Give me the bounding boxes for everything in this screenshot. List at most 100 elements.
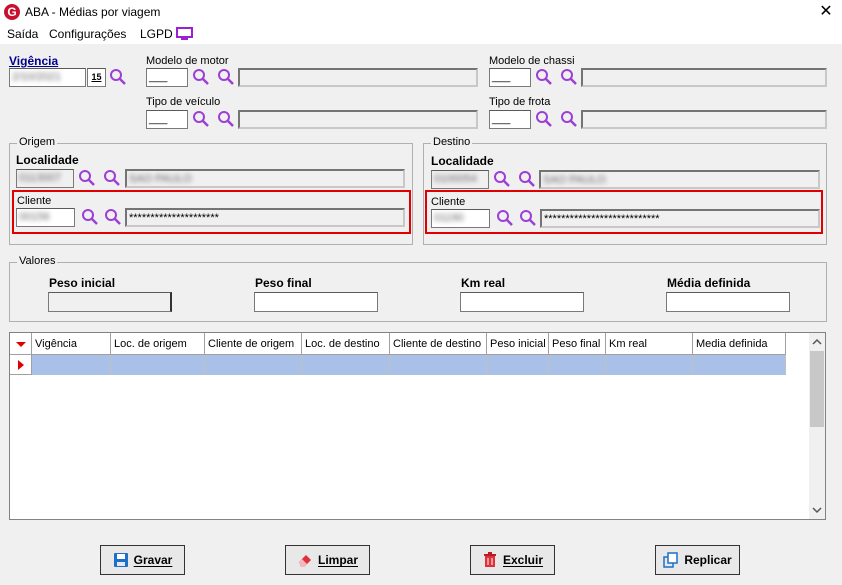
monitor-icon[interactable] xyxy=(176,27,193,41)
peso-final-label: Peso final xyxy=(255,276,312,290)
peso-inicial-input[interactable] xyxy=(48,292,172,312)
column-header-km-real[interactable]: Km real xyxy=(606,333,693,355)
column-header-cliente-origem[interactable]: Cliente de origem xyxy=(205,333,302,355)
destino-localidade-name: SAO PAULO xyxy=(539,170,820,189)
menu-item-lgpd[interactable]: LGPD xyxy=(140,27,173,41)
vertical-scrollbar[interactable] xyxy=(809,333,825,519)
replicar-button[interactable]: Replicar xyxy=(655,545,740,575)
search-icon[interactable] xyxy=(109,68,127,86)
modelo-chassi-description xyxy=(581,68,827,87)
destino-localidade-label: Localidade xyxy=(431,154,494,168)
column-header-peso-final[interactable]: Peso final xyxy=(549,333,606,355)
destino-cliente-code-field[interactable]: 01190 xyxy=(431,209,490,228)
search-icon[interactable] xyxy=(560,68,578,86)
window-title: ABA - Médias por viagem xyxy=(25,5,161,19)
grid-cell[interactable] xyxy=(606,355,693,375)
tipo-frota-label: Tipo de frota xyxy=(489,96,551,108)
grid-cell[interactable] xyxy=(390,355,487,375)
limpar-button[interactable]: Limpar xyxy=(285,545,370,575)
menu-item-saida[interactable]: Saída xyxy=(7,27,38,41)
excluir-button[interactable]: Excluir xyxy=(470,545,555,575)
replicar-button-label: Replicar xyxy=(684,553,732,567)
column-header-media-definida[interactable]: Media definida xyxy=(693,333,786,355)
menu-item-configuracoes[interactable]: Configurações xyxy=(49,27,126,41)
trash-icon xyxy=(483,552,496,567)
copy-icon xyxy=(663,552,679,568)
search-icon[interactable] xyxy=(535,110,553,128)
search-icon[interactable] xyxy=(519,209,537,227)
records-grid[interactable]: Vigência Loc. de origem Cliente de orige… xyxy=(9,332,826,520)
modelo-motor-code-input[interactable]: ___ xyxy=(146,68,188,87)
eraser-icon xyxy=(298,555,311,567)
search-icon[interactable] xyxy=(560,110,578,128)
search-icon[interactable] xyxy=(493,170,511,188)
modelo-chassi-code-input[interactable]: ___ xyxy=(489,68,531,87)
tipo-veiculo-description xyxy=(238,110,478,129)
search-icon[interactable] xyxy=(104,208,122,226)
search-icon[interactable] xyxy=(81,208,99,226)
row-indicator[interactable] xyxy=(10,355,32,375)
menu-bar: Saída Configurações LGPD xyxy=(0,24,842,44)
scrollbar-thumb[interactable] xyxy=(810,351,824,427)
close-icon[interactable]: ✕ xyxy=(816,2,836,22)
search-icon[interactable] xyxy=(103,169,121,187)
column-header-peso-inicial[interactable]: Peso inicial xyxy=(487,333,549,355)
sort-down-icon xyxy=(16,342,26,347)
media-definida-label: Média definida xyxy=(667,276,751,290)
tipo-veiculo-code-input[interactable]: ___ xyxy=(146,110,188,129)
destino-cliente-label: Cliente xyxy=(431,196,466,208)
column-header-vigencia[interactable]: Vigência xyxy=(32,333,111,355)
destino-cliente-name: *************************** xyxy=(540,209,820,228)
modelo-motor-label: Modelo de motor xyxy=(146,55,229,67)
column-header-cliente-destino[interactable]: Cliente de destino xyxy=(390,333,487,355)
origem-localidade-label: Localidade xyxy=(16,153,79,167)
grid-cell[interactable] xyxy=(32,355,111,375)
search-icon[interactable] xyxy=(192,68,210,86)
search-icon[interactable] xyxy=(217,68,235,86)
grid-cell[interactable] xyxy=(549,355,606,375)
gravar-button[interactable]: Gravar xyxy=(100,545,185,575)
grid-cell[interactable] xyxy=(693,355,786,375)
origem-cliente-code-field[interactable]: 00156 xyxy=(16,208,75,227)
grid-cell[interactable] xyxy=(205,355,302,375)
vigencia-field[interactable]: 2/10/2021 xyxy=(9,68,86,87)
limpar-button-label: Limpar xyxy=(317,553,358,567)
media-definida-input[interactable] xyxy=(666,292,790,312)
search-icon[interactable] xyxy=(518,170,536,188)
peso-final-input[interactable] xyxy=(254,292,378,312)
km-real-input[interactable] xyxy=(460,292,584,312)
km-real-label: Km real xyxy=(461,276,506,290)
vigencia-label: Vigência xyxy=(9,54,59,68)
save-icon xyxy=(113,553,128,567)
calendar-button[interactable]: 15 xyxy=(87,68,106,87)
current-row-arrow-icon xyxy=(18,360,24,370)
origem-localidade-name: SAO PAULO xyxy=(125,169,405,188)
grid-corner[interactable] xyxy=(10,333,32,355)
modelo-chassi-label: Modelo de chassi xyxy=(489,55,575,67)
search-icon[interactable] xyxy=(192,110,210,128)
gravar-button-label: Gravar xyxy=(133,553,173,567)
table-row[interactable] xyxy=(32,355,786,375)
grid-cell[interactable] xyxy=(111,355,205,375)
destino-localidade-code-field[interactable]: 0100054 xyxy=(431,170,489,189)
valores-group-title: Valores xyxy=(17,255,58,267)
scroll-down-icon[interactable] xyxy=(809,503,825,517)
origem-localidade-code-field[interactable]: 0113007 xyxy=(16,169,74,188)
peso-inicial-label: Peso inicial xyxy=(49,276,116,290)
search-icon[interactable] xyxy=(496,209,514,227)
search-icon[interactable] xyxy=(535,68,553,86)
grid-cell[interactable] xyxy=(302,355,390,375)
tipo-frota-code-input[interactable]: ___ xyxy=(489,110,531,129)
destino-group-title: Destino xyxy=(431,136,473,148)
scroll-up-icon[interactable] xyxy=(809,335,825,349)
search-icon[interactable] xyxy=(217,110,235,128)
origem-cliente-name: ********************* xyxy=(125,208,405,227)
excluir-button-label: Excluir xyxy=(502,553,544,567)
grid-cell[interactable] xyxy=(487,355,549,375)
tipo-frota-description xyxy=(581,110,827,129)
origem-group-title: Origem xyxy=(17,136,58,148)
column-header-loc-origem[interactable]: Loc. de origem xyxy=(111,333,205,355)
search-icon[interactable] xyxy=(78,169,96,187)
origem-cliente-label: Cliente xyxy=(17,195,52,207)
column-header-loc-destino[interactable]: Loc. de destino xyxy=(302,333,390,355)
